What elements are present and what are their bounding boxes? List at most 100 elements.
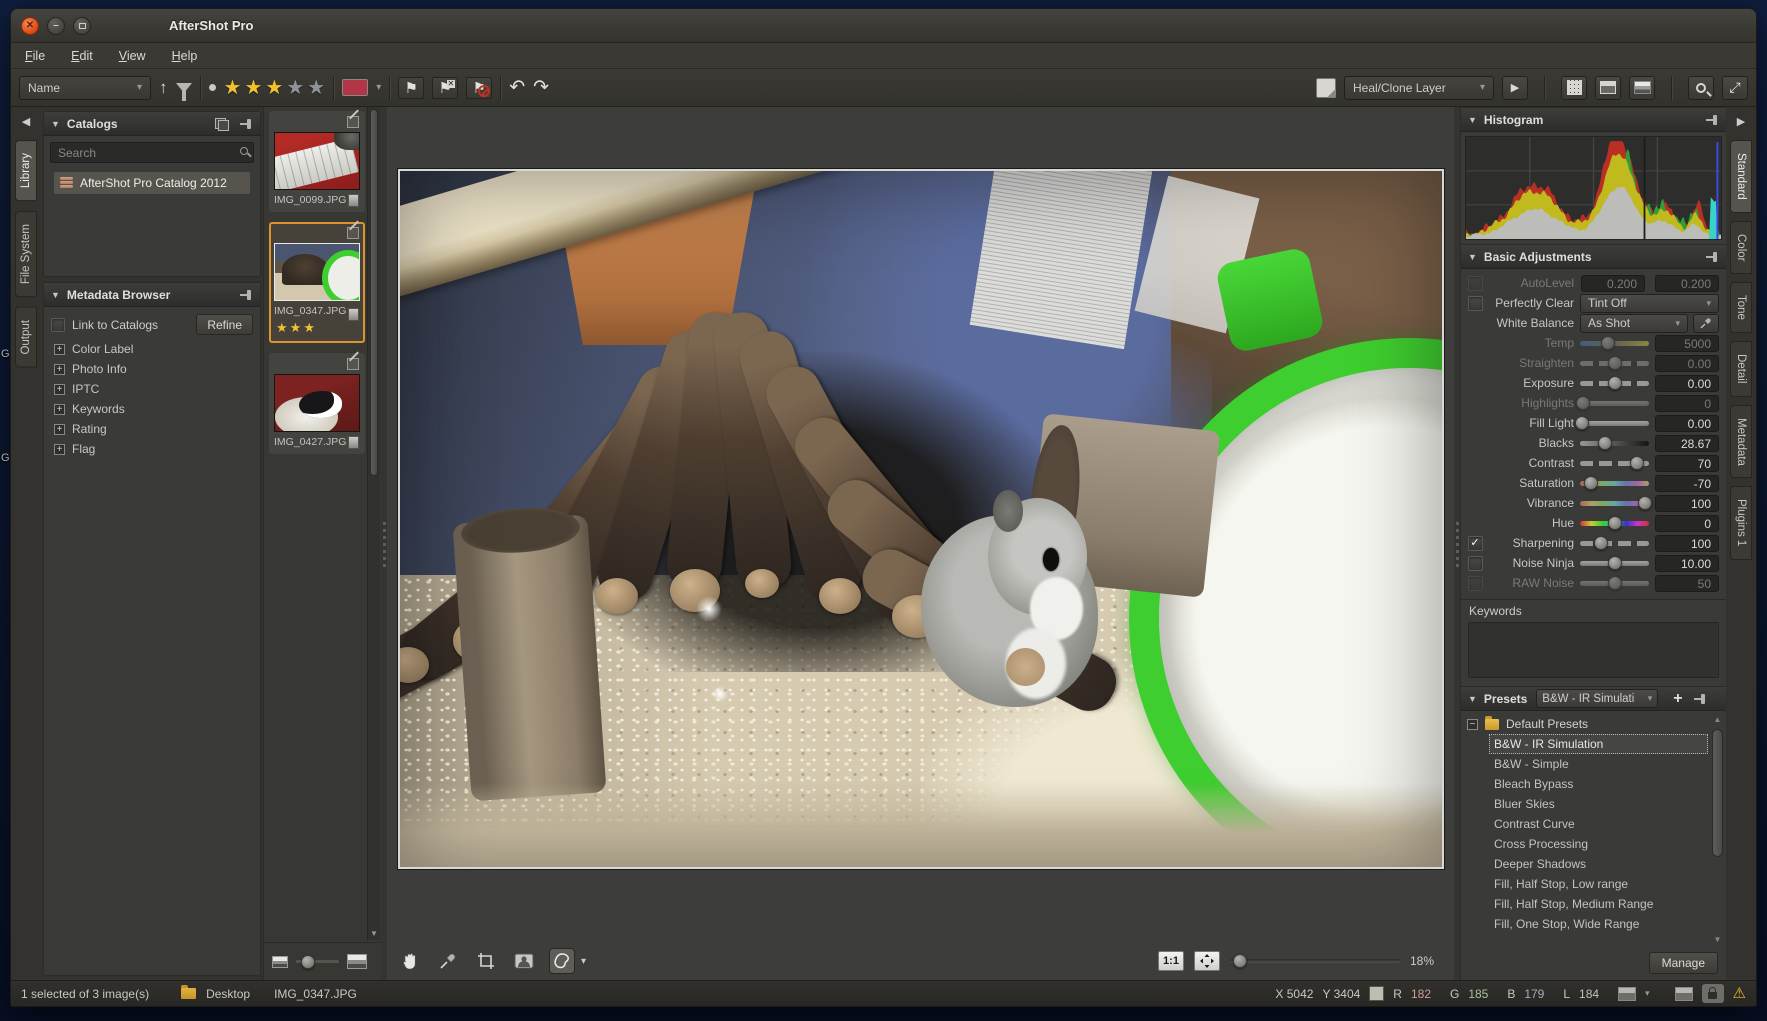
zoom-slider[interactable]: [1230, 959, 1400, 963]
star-icon[interactable]: ★: [224, 75, 242, 100]
catalogs-panel-header[interactable]: ▼ Catalogs: [44, 112, 260, 136]
zoom-slider-thumb[interactable]: [1233, 954, 1247, 968]
star-icon[interactable]: ★: [286, 75, 304, 100]
photo-img-0347[interactable]: [398, 169, 1444, 869]
scroll-up-arrow-icon[interactable]: ▲: [1711, 715, 1724, 724]
caret-down-icon[interactable]: ▾: [1645, 988, 1650, 999]
menu-help[interactable]: Help: [172, 49, 198, 63]
noise-ninja-checkbox[interactable]: [1468, 556, 1483, 571]
preset-b-w-simple[interactable]: B&W - Simple: [1489, 754, 1708, 774]
tab-file-system[interactable]: File System: [15, 211, 37, 297]
collapse-triangle-icon[interactable]: ▼: [51, 119, 60, 129]
preset-bleach-bypass[interactable]: Bleach Bypass: [1489, 774, 1708, 794]
preset-fill-half-stop-low-range[interactable]: Fill, Half Stop, Low range: [1489, 874, 1708, 894]
link-to-catalogs-checkbox[interactable]: [51, 318, 65, 332]
maximize-window-button[interactable]: [73, 17, 91, 35]
expand-box-icon[interactable]: +: [54, 444, 65, 455]
add-preset-button[interactable]: +: [1673, 690, 1682, 708]
preset-contrast-curve[interactable]: Contrast Curve: [1489, 814, 1708, 834]
filter-icon[interactable]: [176, 83, 192, 93]
catalog-search-input[interactable]: [50, 142, 254, 163]
menu-edit[interactable]: Edit: [71, 49, 93, 63]
thumbnail-grid-view-button[interactable]: [1561, 76, 1587, 100]
vibrance-slider[interactable]: [1580, 501, 1649, 506]
tab-color[interactable]: Color: [1730, 221, 1752, 274]
expand-box-icon[interactable]: +: [54, 424, 65, 435]
tab-metadata[interactable]: Metadata: [1730, 405, 1752, 479]
menu-file[interactable]: File: [25, 49, 45, 63]
image-view-button[interactable]: [1629, 76, 1655, 100]
rotate-right-button[interactable]: ↷: [533, 76, 549, 99]
fullscreen-button[interactable]: ⤢: [1722, 76, 1748, 100]
metadata-node-iptc[interactable]: +IPTC: [44, 379, 260, 399]
expand-box-icon[interactable]: +: [54, 404, 65, 415]
preset-bluer-skies[interactable]: Bluer Skies: [1489, 794, 1708, 814]
heal-clone-tool-button[interactable]: [549, 948, 575, 974]
slideshow-button[interactable]: ▶: [1502, 76, 1528, 100]
preset-fill-half-stop-medium-range[interactable]: Fill, Half Stop, Medium Range: [1489, 894, 1708, 914]
pin-icon[interactable]: [240, 118, 253, 130]
preset-fill-one-stop-wide-range[interactable]: Fill, One Stop, Wide Range: [1489, 914, 1708, 934]
collapse-triangle-icon[interactable]: ▼: [1468, 115, 1477, 125]
collapse-left-panel-arrow[interactable]: ◀: [20, 111, 32, 132]
tab-output[interactable]: Output: [15, 307, 37, 368]
perfectly-clear-checkbox[interactable]: [1468, 296, 1483, 311]
zoom-100-button[interactable]: 1:1: [1158, 951, 1184, 971]
tab-standard[interactable]: Standard: [1730, 140, 1752, 213]
pin-icon[interactable]: [240, 289, 253, 301]
caret-down-icon[interactable]: ▾: [376, 83, 381, 93]
redeye-tool-button[interactable]: [511, 948, 537, 974]
hue-slider[interactable]: [1580, 521, 1649, 526]
presets-header[interactable]: ▼ Presets B&W - IR Simulation ▾ +: [1461, 687, 1726, 711]
pin-icon[interactable]: [1706, 251, 1719, 263]
star-icon[interactable]: ★: [307, 75, 325, 100]
histogram-header[interactable]: ▼ Histogram: [1461, 108, 1726, 132]
tab-plugins-1[interactable]: Plugins 1: [1730, 486, 1752, 559]
warning-icon[interactable]: ⚠: [1733, 986, 1746, 1001]
exposure-slider[interactable]: [1580, 381, 1649, 386]
metadata-node-color-label[interactable]: +Color Label: [44, 339, 260, 359]
minimize-window-button[interactable]: –: [47, 17, 65, 35]
close-window-button[interactable]: ✕: [21, 17, 39, 35]
flag-reject-button[interactable]: ⚑✕: [432, 77, 458, 99]
slider-thumb[interactable]: [1584, 476, 1598, 490]
metadata-node-photo-info[interactable]: +Photo Info: [44, 359, 260, 379]
slider-thumb[interactable]: [1594, 536, 1608, 550]
tab-detail[interactable]: Detail: [1730, 341, 1752, 396]
star-icon[interactable]: ★: [244, 75, 262, 100]
sharpening-slider[interactable]: [1580, 541, 1649, 546]
filmstrip-thumbnail-img-0099-jpg[interactable]: IMG_0099.JPG: [269, 111, 365, 212]
preset-cross-processing[interactable]: Cross Processing: [1489, 834, 1708, 854]
basic-adjustments-header[interactable]: ▼ Basic Adjustments: [1461, 245, 1726, 269]
collapse-box-icon[interactable]: −: [1467, 719, 1478, 730]
star-icon[interactable]: ★: [265, 75, 283, 100]
refine-button[interactable]: Refine: [196, 314, 253, 335]
titlebar[interactable]: ✕ – AfterShot Pro: [11, 9, 1756, 43]
filmstrip-thumbnail-img-0347-jpg[interactable]: IMG_0347.JPG★★★: [269, 222, 365, 343]
metadata-node-rating[interactable]: +Rating: [44, 419, 260, 439]
blacks-slider[interactable]: [1580, 441, 1649, 446]
pan-tool-button[interactable]: [397, 948, 423, 974]
lock-button[interactable]: [1702, 984, 1724, 1003]
metadata-browser-header[interactable]: ▼ Metadata Browser: [44, 283, 260, 307]
slider-thumb[interactable]: [1608, 376, 1622, 390]
scrollbar-thumb[interactable]: [370, 109, 378, 476]
default-presets-folder[interactable]: − Default Presets: [1467, 715, 1708, 734]
flag-clear-button[interactable]: ⚑: [466, 77, 492, 99]
slider-thumb[interactable]: [1575, 416, 1589, 430]
sort-direction-button[interactable]: ↑: [159, 79, 168, 96]
eyedropper-tool-button[interactable]: [435, 948, 461, 974]
fit-to-window-button[interactable]: [1194, 951, 1220, 971]
saturation-slider[interactable]: [1580, 481, 1649, 486]
collapse-triangle-icon[interactable]: ▼: [51, 290, 60, 300]
preset-deeper-shadows[interactable]: Deeper Shadows: [1489, 854, 1708, 874]
presets-scrollbar[interactable]: ▲ ▼: [1711, 715, 1724, 944]
thumbnail-size-slider[interactable]: [296, 960, 339, 963]
new-catalog-icon[interactable]: [215, 118, 227, 129]
keywords-box[interactable]: [1468, 622, 1719, 678]
tab-tone[interactable]: Tone: [1730, 282, 1752, 333]
flag-pick-button[interactable]: ⚑: [398, 77, 424, 99]
fill-light-slider[interactable]: [1580, 421, 1649, 426]
viewer-canvas[interactable]: [387, 107, 1454, 942]
pin-icon[interactable]: [1694, 693, 1707, 705]
